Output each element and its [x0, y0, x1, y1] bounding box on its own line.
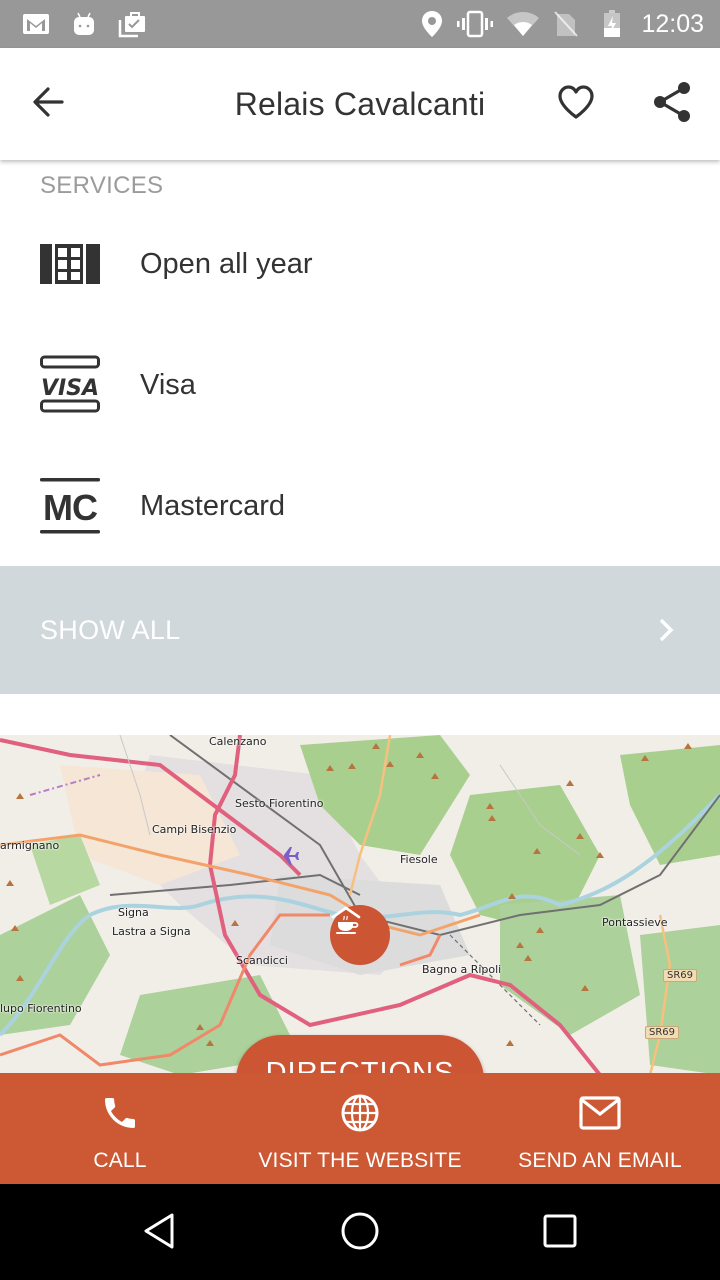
map-label: Sesto Fiorentino — [235, 797, 324, 810]
clock: 12:03 — [641, 10, 704, 38]
road-shield: SR69 — [645, 1026, 680, 1039]
globe-icon — [338, 1091, 382, 1135]
app-bar: Relais Cavalcanti — [0, 48, 720, 160]
services-header: SERVICES — [40, 172, 164, 199]
no-sim-icon — [552, 10, 580, 38]
nav-home-icon — [340, 1211, 380, 1256]
call-button[interactable]: CALL — [0, 1073, 240, 1184]
nav-recents-button[interactable] — [535, 1208, 585, 1258]
map-label: Bagno a Ripoli — [422, 963, 502, 976]
nav-back-button[interactable] — [135, 1208, 185, 1258]
visit-website-button[interactable]: VISIT THE WEBSITE — [240, 1073, 480, 1184]
map-label: Fiesole — [400, 853, 438, 866]
svg-text:MC: MC — [43, 487, 98, 528]
share-button[interactable] — [646, 78, 698, 130]
android-icon — [70, 10, 98, 38]
heart-outline-icon — [557, 84, 595, 125]
page-title: Relais Cavalcanti — [234, 86, 486, 122]
send-email-button[interactable]: SEND AN EMAIL — [480, 1073, 720, 1184]
map-label: lupo Fiorentino — [0, 1002, 82, 1015]
service-label: Mastercard — [140, 489, 286, 522]
gmail-icon — [20, 10, 52, 38]
nav-back-icon — [142, 1211, 178, 1256]
status-bar: 12:03 — [0, 0, 720, 48]
mail-icon — [578, 1091, 622, 1135]
show-all-label: SHOW ALL — [40, 614, 181, 645]
map-label: Calenzano — [209, 735, 267, 748]
visa-icon: VISA — [40, 355, 100, 415]
map-label: Lastra a Signa — [112, 925, 191, 938]
visit-website-label: VISIT THE WEBSITE — [258, 1149, 462, 1172]
calendar-grid-icon — [40, 234, 100, 294]
map-view[interactable]: Calenzano Sesto Fiorentino Campi Bisenzi… — [0, 735, 720, 1075]
send-email-label: SEND AN EMAIL — [518, 1149, 682, 1172]
svg-text:VISA: VISA — [41, 376, 99, 401]
road-shield: SR69 — [663, 969, 698, 982]
call-label: CALL — [93, 1149, 147, 1172]
map-label: Campi Bisenzio — [152, 823, 237, 836]
phone-icon — [98, 1091, 142, 1135]
favorite-button[interactable] — [550, 78, 602, 130]
map-label: Pontassieve — [602, 916, 668, 929]
location-marker[interactable] — [330, 905, 390, 965]
task-check-icon — [116, 10, 148, 38]
show-all-button[interactable]: SHOW ALL — [0, 566, 720, 694]
contact-action-bar: CALL VISIT THE WEBSITE SEND AN EMAIL — [0, 1073, 720, 1184]
service-item: VISA Visa — [0, 325, 720, 445]
battery-charging-icon — [600, 10, 624, 38]
location-icon — [420, 10, 444, 38]
vibrate-icon — [456, 10, 494, 38]
service-label: Open all year — [140, 247, 313, 280]
service-item: MC Mastercard — [0, 446, 720, 566]
map-label: Scandicci — [236, 954, 288, 967]
nav-recents-icon — [542, 1213, 578, 1254]
system-nav-bar — [0, 1184, 720, 1280]
map-label: armignano — [0, 839, 60, 852]
service-label: Visa — [140, 368, 196, 401]
map-label: Signa — [118, 906, 149, 919]
share-icon — [652, 81, 692, 128]
service-item: Open all year — [0, 204, 720, 324]
chevron-right-icon — [654, 616, 678, 644]
wifi-icon — [506, 10, 540, 38]
mastercard-icon: MC — [40, 476, 100, 536]
nav-home-button[interactable] — [335, 1208, 385, 1258]
